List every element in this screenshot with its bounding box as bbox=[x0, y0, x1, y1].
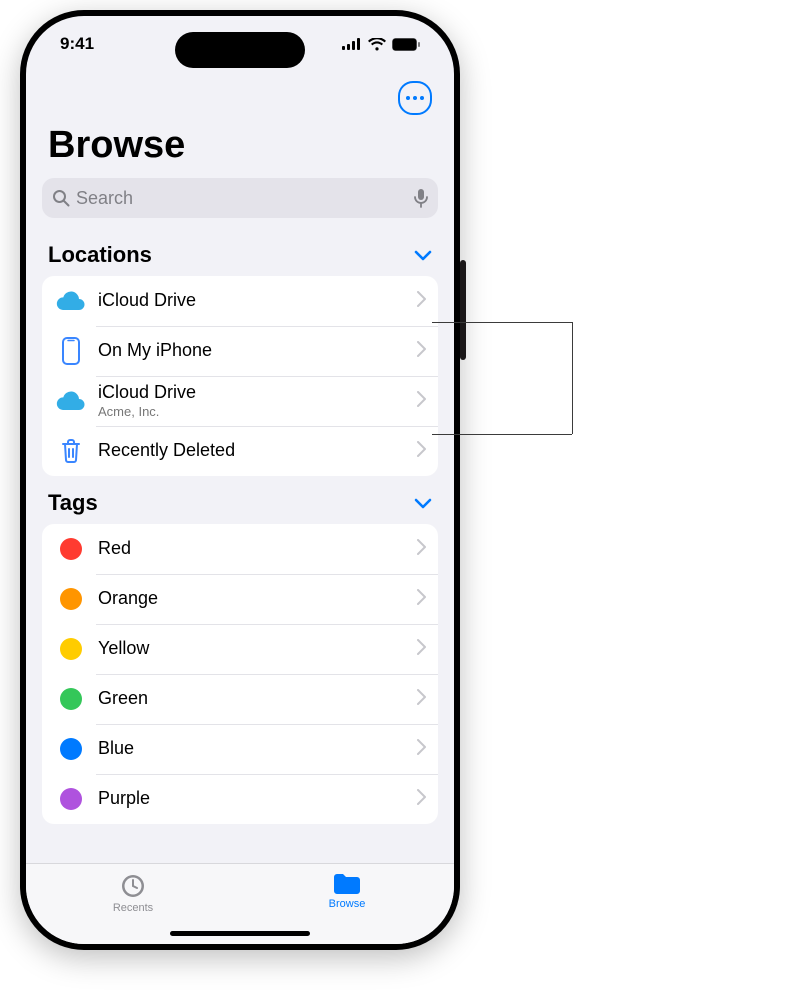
locations-header[interactable]: Locations bbox=[42, 228, 438, 276]
list-item-label: Blue bbox=[98, 738, 417, 760]
page-title: Browse bbox=[48, 124, 185, 167]
chevron-down-icon bbox=[414, 249, 432, 261]
phone-frame: 9:41 Browse bbox=[20, 10, 460, 950]
home-indicator[interactable] bbox=[170, 931, 310, 936]
list-item-label: Green bbox=[98, 688, 417, 710]
list-item-label: Orange bbox=[98, 588, 417, 610]
callout-line bbox=[432, 434, 572, 435]
tag-dot-icon bbox=[60, 588, 82, 610]
nav-bar bbox=[26, 76, 454, 120]
status-time: 9:41 bbox=[60, 34, 94, 54]
tag-blue[interactable]: Blue bbox=[42, 724, 438, 774]
locations-list: iCloud Drive On My iPhone bbox=[42, 276, 438, 476]
tag-orange[interactable]: Orange bbox=[42, 574, 438, 624]
list-item-label: On My iPhone bbox=[98, 340, 417, 362]
chevron-right-icon bbox=[417, 589, 426, 610]
folder-icon bbox=[332, 872, 362, 896]
location-icloud-drive-work[interactable]: iCloud Drive Acme, Inc. bbox=[42, 376, 438, 426]
list-item-label: Purple bbox=[98, 788, 417, 810]
list-item-label: iCloud Drive bbox=[98, 382, 417, 404]
list-item-sublabel: Acme, Inc. bbox=[98, 404, 417, 420]
callout-line bbox=[572, 322, 573, 434]
icloud-icon bbox=[54, 390, 88, 412]
tag-red[interactable]: Red bbox=[42, 524, 438, 574]
search-icon bbox=[52, 189, 70, 207]
callout-line bbox=[432, 322, 572, 323]
clock-icon bbox=[119, 872, 147, 900]
wifi-icon bbox=[368, 38, 386, 51]
tag-dot-icon bbox=[60, 638, 82, 660]
tags-header[interactable]: Tags bbox=[42, 476, 438, 524]
list-item-label: Red bbox=[98, 538, 417, 560]
tag-dot-icon bbox=[60, 738, 82, 760]
tag-yellow[interactable]: Yellow bbox=[42, 624, 438, 674]
locations-title: Locations bbox=[48, 242, 152, 268]
chevron-right-icon bbox=[417, 391, 426, 412]
tab-label: Recents bbox=[113, 902, 153, 914]
icloud-icon bbox=[54, 290, 88, 312]
more-options-button[interactable] bbox=[398, 81, 432, 115]
tags-list: Red Orange Yellow Green bbox=[42, 524, 438, 824]
list-item-label: Yellow bbox=[98, 638, 417, 660]
screen: 9:41 Browse bbox=[26, 16, 454, 944]
power-button[interactable] bbox=[460, 260, 466, 360]
list-item-label: Recently Deleted bbox=[98, 440, 417, 462]
tag-dot-icon bbox=[60, 688, 82, 710]
tags-title: Tags bbox=[48, 490, 98, 516]
chevron-right-icon bbox=[417, 689, 426, 710]
chevron-down-icon bbox=[414, 497, 432, 509]
dynamic-island bbox=[175, 32, 305, 68]
chevron-right-icon bbox=[417, 291, 426, 312]
tag-purple[interactable]: Purple bbox=[42, 774, 438, 824]
tab-label: Browse bbox=[329, 898, 366, 910]
location-icloud-drive[interactable]: iCloud Drive bbox=[42, 276, 438, 326]
iphone-icon bbox=[54, 337, 88, 365]
chevron-right-icon bbox=[417, 441, 426, 462]
battery-icon bbox=[392, 38, 420, 51]
chevron-right-icon bbox=[417, 639, 426, 660]
trash-icon bbox=[54, 438, 88, 464]
dictation-icon[interactable] bbox=[414, 188, 428, 208]
location-recently-deleted[interactable]: Recently Deleted bbox=[42, 426, 438, 476]
tag-green[interactable]: Green bbox=[42, 674, 438, 724]
cellular-icon bbox=[342, 38, 362, 50]
list-item-label: iCloud Drive bbox=[98, 290, 417, 312]
chevron-right-icon bbox=[417, 739, 426, 760]
chevron-right-icon bbox=[417, 539, 426, 560]
status-icons bbox=[342, 38, 420, 51]
search-placeholder: Search bbox=[76, 188, 408, 209]
tag-dot-icon bbox=[60, 538, 82, 560]
location-on-my-iphone[interactable]: On My iPhone bbox=[42, 326, 438, 376]
content-scroll[interactable]: Locations iCloud Drive bbox=[26, 228, 454, 864]
search-field[interactable]: Search bbox=[42, 178, 438, 218]
chevron-right-icon bbox=[417, 341, 426, 362]
chevron-right-icon bbox=[417, 789, 426, 810]
tag-dot-icon bbox=[60, 788, 82, 810]
